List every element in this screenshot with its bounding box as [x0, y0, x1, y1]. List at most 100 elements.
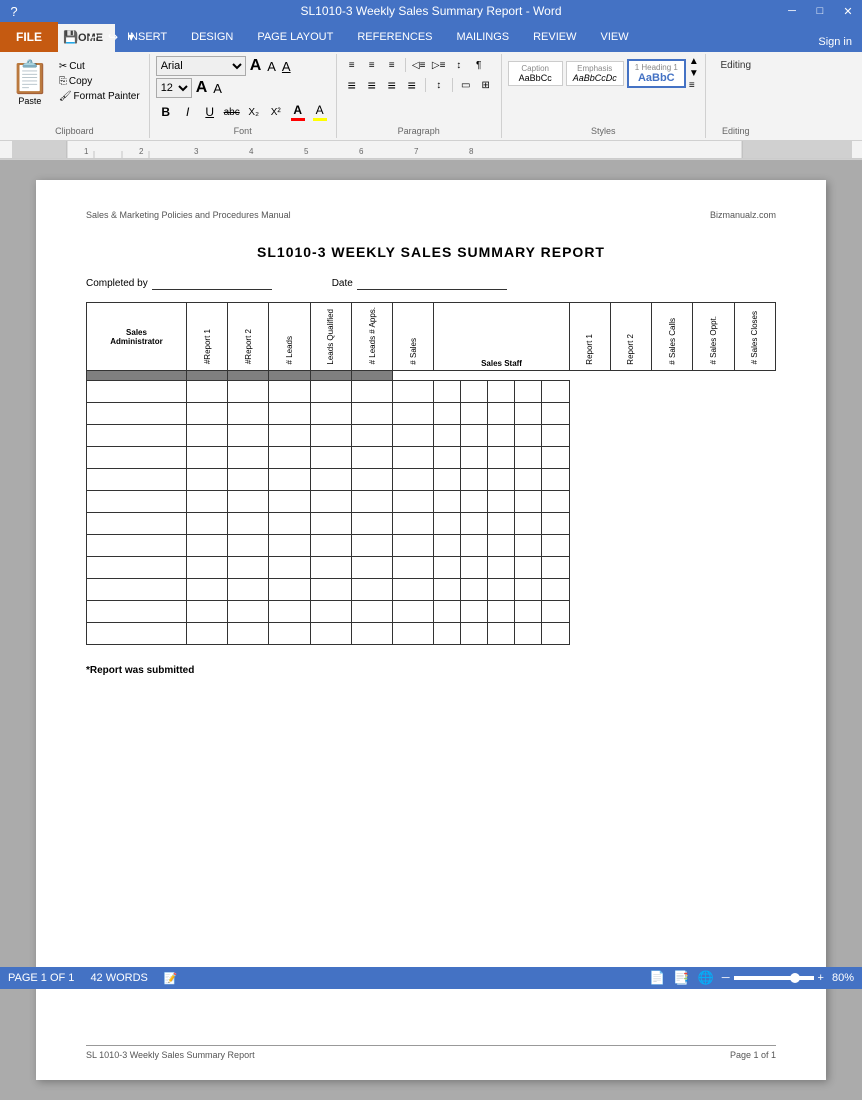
print-layout-icon[interactable]: 📑	[673, 970, 689, 986]
styles-scroll-up[interactable]: ▲	[689, 56, 699, 67]
undo-quick-btn[interactable]: ↩	[85, 28, 101, 46]
tab-file[interactable]: FILE	[0, 22, 58, 52]
tab-mailings[interactable]: MAILINGS	[445, 22, 522, 52]
shading-button[interactable]: ▭	[457, 76, 475, 94]
zoom-slider-container: ─ +	[722, 972, 824, 984]
zoom-out-button[interactable]: ─	[722, 972, 730, 984]
clipboard-label: Clipboard	[55, 126, 94, 136]
tab-review[interactable]: REVIEW	[521, 22, 588, 52]
numbering-button[interactable]: ≡	[363, 56, 381, 74]
table-row	[87, 601, 776, 623]
tab-references[interactable]: REFERENCES	[345, 22, 444, 52]
styles-more[interactable]: ≡	[689, 80, 699, 91]
more-quick-btn[interactable]: ▾	[125, 28, 137, 46]
format-painter-button[interactable]: 🖌 Format Painter	[56, 90, 143, 103]
svg-text:4: 4	[249, 147, 254, 156]
col-sales-calls: # Sales Calls	[652, 303, 693, 371]
multilevel-button[interactable]: ≡	[383, 56, 401, 74]
sort-button[interactable]: ↕	[450, 56, 468, 74]
align-center-button[interactable]: ≡	[363, 76, 381, 94]
col-leads-qualified: Leads Qualified	[310, 303, 351, 371]
table-row	[87, 557, 776, 579]
document-page[interactable]: Sales & Marketing Policies and Procedure…	[36, 180, 826, 1080]
tab-page-layout[interactable]: PAGE LAYOUT	[245, 22, 345, 52]
sign-in-button[interactable]: Sign in	[808, 32, 862, 52]
date-input[interactable]	[357, 276, 507, 290]
font-group-label: Font	[234, 126, 252, 136]
svg-text:5: 5	[304, 147, 309, 156]
table-row	[87, 469, 776, 491]
ruler-svg: 1 2 3 4 5 6 7 8	[12, 141, 852, 159]
italic-button[interactable]: I	[178, 102, 198, 122]
style-heading1[interactable]: 1 Heading 1 AaBbC	[627, 59, 686, 88]
tab-view[interactable]: VIEW	[589, 22, 641, 52]
redo-quick-btn[interactable]: ↪	[105, 28, 121, 46]
web-layout-icon[interactable]: 🌐	[698, 970, 714, 986]
completed-by-field: Completed by	[86, 276, 272, 290]
align-left-button[interactable]: ≡	[343, 76, 361, 94]
page-footer: SL 1010-3 Weekly Sales Summary Report Pa…	[86, 1045, 776, 1060]
table-row	[87, 403, 776, 425]
zoom-in-button[interactable]: +	[818, 972, 824, 984]
styles-scroll-down[interactable]: ▼	[689, 68, 699, 79]
save-quick-btn[interactable]: 💾	[60, 28, 81, 46]
copy-button[interactable]: ⎘ Copy	[56, 75, 143, 88]
font-group: Arial A A A 12 A A B I U abc	[150, 54, 337, 138]
report-note: *Report was submitted	[86, 665, 776, 676]
cut-button[interactable]: ✂ Cut	[56, 60, 143, 73]
font-size-select[interactable]: 12	[156, 78, 192, 98]
sales-staff-header: Sales Staff	[434, 303, 569, 371]
style-emphasis[interactable]: Emphasis AaBbCcDc	[566, 61, 624, 86]
grow-icon[interactable]: A	[194, 79, 210, 97]
zoom-slider[interactable]	[734, 976, 814, 980]
line-spacing-button[interactable]: ↕	[430, 76, 448, 94]
svg-text:1: 1	[84, 147, 89, 156]
ruler: 1 2 3 4 5 6 7 8	[0, 141, 862, 159]
minimize-button[interactable]: ─	[778, 0, 806, 22]
increase-indent-button[interactable]: ▷≡	[430, 56, 448, 74]
proofing-icon[interactable]: 📝	[164, 972, 178, 985]
subscript-button[interactable]: X₂	[244, 102, 264, 122]
svg-text:2: 2	[139, 147, 144, 156]
paragraph-group-label: Paragraph	[398, 126, 440, 136]
clear-formatting-icon[interactable]: A	[280, 59, 293, 74]
justify-button[interactable]: ≡	[403, 76, 421, 94]
completed-by-input[interactable]	[152, 276, 272, 290]
col-sales: # Sales	[393, 303, 434, 371]
underline-button[interactable]: U	[200, 102, 220, 122]
col-sales-closes: # Sales Closes	[734, 303, 775, 371]
table-row	[87, 623, 776, 645]
restore-button[interactable]: □	[806, 0, 834, 22]
table-body	[87, 371, 776, 645]
table-header-row: SalesAdministrator #Report 1 #Report 2 #…	[87, 303, 776, 371]
paste-button[interactable]: 📋 Paste	[6, 56, 54, 108]
strikethrough-button[interactable]: abc	[222, 102, 242, 122]
shrink-icon[interactable]: A	[211, 81, 224, 96]
table-row	[87, 381, 776, 403]
font-family-select[interactable]: Arial	[156, 56, 246, 76]
highlight-button[interactable]: A	[310, 102, 330, 122]
show-marks-button[interactable]: ¶	[470, 56, 488, 74]
close-button[interactable]: ✕	[834, 0, 862, 22]
tab-design[interactable]: DESIGN	[179, 22, 245, 52]
align-right-button[interactable]: ≡	[383, 76, 401, 94]
page-info: PAGE 1 OF 1	[8, 972, 74, 984]
help-icon[interactable]: ?	[0, 0, 28, 22]
style-caption[interactable]: Caption AaBbCc	[508, 61, 563, 86]
font-color-button[interactable]: A	[288, 102, 308, 122]
font-shrink-icon[interactable]: A	[265, 59, 278, 74]
decrease-indent-button[interactable]: ◁≡	[410, 56, 428, 74]
bold-button[interactable]: B	[156, 102, 176, 122]
page-header: Sales & Marketing Policies and Procedure…	[86, 210, 776, 224]
font-grow-icon[interactable]: A	[248, 57, 264, 75]
title-bar: ? SL1010-3 Weekly Sales Summary Report -…	[0, 0, 862, 22]
footer-left: SL 1010-3 Weekly Sales Summary Report	[86, 1050, 255, 1060]
read-mode-icon[interactable]: 📄	[649, 970, 665, 986]
col-staff-report2: Report 2	[610, 303, 651, 371]
borders-button[interactable]: ⊞	[477, 76, 495, 94]
date-field: Date	[332, 276, 507, 290]
bullets-button[interactable]: ≡	[343, 56, 361, 74]
status-bar: PAGE 1 OF 1 42 WORDS 📝 📄 📑 🌐 ─ + 80%	[0, 967, 862, 989]
superscript-button[interactable]: X²	[266, 102, 286, 122]
zoom-percent[interactable]: 80%	[832, 972, 854, 984]
